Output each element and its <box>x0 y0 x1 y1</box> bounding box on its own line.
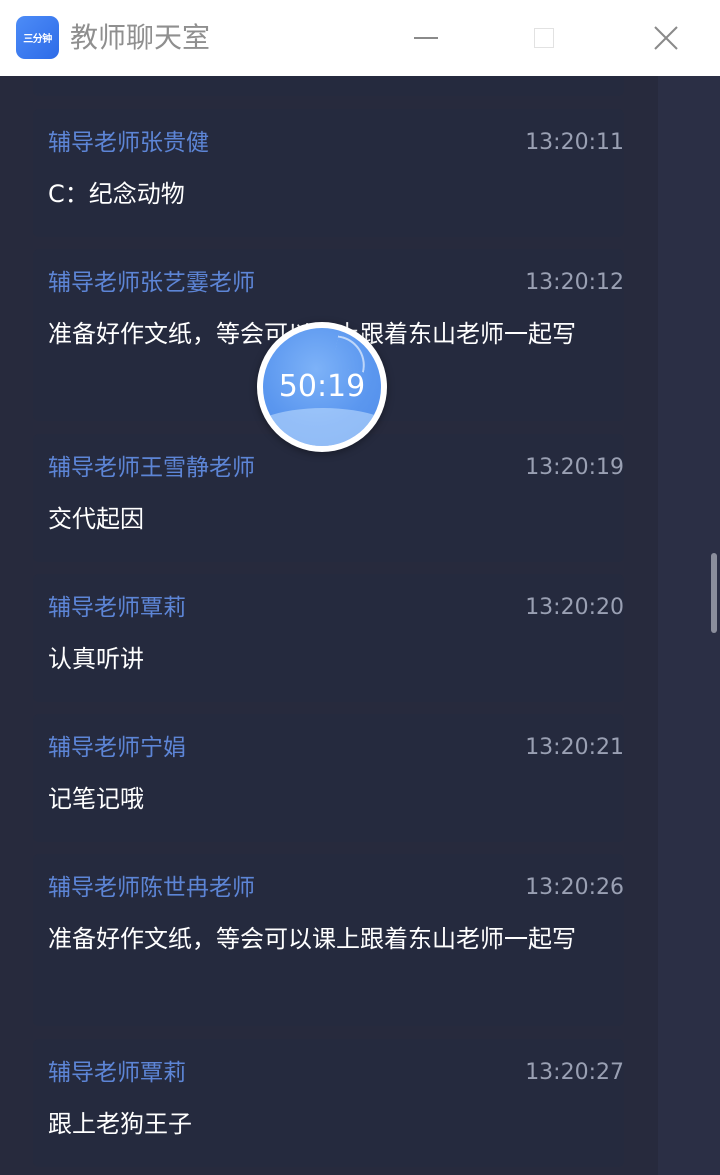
message-text: 认真听讲 <box>48 645 144 673</box>
message-card: 辅导老师宁娟 13:20:21 记笔记哦 <box>33 714 624 842</box>
window-title: 教师聊天室 <box>70 21 211 54</box>
app-logo-text: 三分钟 <box>23 34 52 45</box>
message-time: 13:20:21 <box>525 735 624 760</box>
message-text: 准备好作文纸，等会可以课上跟着东山老师一起写 <box>48 925 576 953</box>
app-logo: 三分钟 <box>16 16 59 59</box>
maximize-button[interactable] <box>520 14 568 62</box>
minimize-icon <box>414 37 438 39</box>
message-time: 13:20:20 <box>525 595 624 620</box>
message-card: 辅导老师王雪静老师 13:20:19 交代起因 <box>33 434 624 562</box>
message-card: 辅导老师陈世冉老师 13:20:26 准备好作文纸，等会可以课上跟着东山老师一起… <box>33 854 624 1026</box>
message-card: 辅导老师覃莉 13:20:27 跟上老狗王子 <box>33 1039 624 1167</box>
message-text: C：纪念动物 <box>48 180 185 208</box>
message-text: 跟上老狗王子 <box>48 1110 192 1138</box>
message-sender: 辅导老师覃莉 <box>48 595 186 621</box>
message-time: 13:20:19 <box>525 455 624 480</box>
timer-value: 50:19 <box>278 369 366 404</box>
title-bar: 三分钟 教师聊天室 <box>0 0 720 76</box>
close-button[interactable] <box>642 14 690 62</box>
message-time: 13:20:11 <box>525 130 624 155</box>
maximize-icon <box>534 28 554 48</box>
scrollbar-thumb[interactable] <box>711 553 717 633</box>
message-sender: 辅导老师张贵健 <box>48 130 209 156</box>
message-sender: 辅导老师宁娟 <box>48 735 186 761</box>
timer-face: 50:19 <box>263 328 381 446</box>
countdown-timer-bubble[interactable]: 50:19 <box>257 322 387 452</box>
message-time: 13:20:26 <box>525 875 624 900</box>
message-sender: 辅导老师王雪静老师 <box>48 455 255 481</box>
message-sender: 辅导老师陈世冉老师 <box>48 875 255 901</box>
message-sender: 辅导老师张艺霎老师 <box>48 270 255 296</box>
timer-arc-decoration <box>332 335 370 373</box>
message-time: 13:20:12 <box>525 270 624 295</box>
message-text: 记笔记哦 <box>48 785 144 813</box>
message-card: 辅导老师张贵健 13:20:11 C：纪念动物 <box>33 109 624 237</box>
message-text: 交代起因 <box>48 505 144 533</box>
message-card-partial <box>33 76 624 96</box>
timer-wave-decoration <box>263 408 381 446</box>
message-card: 辅导老师覃莉 13:20:20 认真听讲 <box>33 574 624 702</box>
close-icon <box>654 26 678 50</box>
minimize-button[interactable] <box>402 14 450 62</box>
message-sender: 辅导老师覃莉 <box>48 1060 186 1086</box>
message-time: 13:20:27 <box>525 1060 624 1085</box>
chat-message-list[interactable]: 辅导老师张贵健 13:20:11 C：纪念动物 辅导老师张艺霎老师 13:20:… <box>0 76 720 1175</box>
